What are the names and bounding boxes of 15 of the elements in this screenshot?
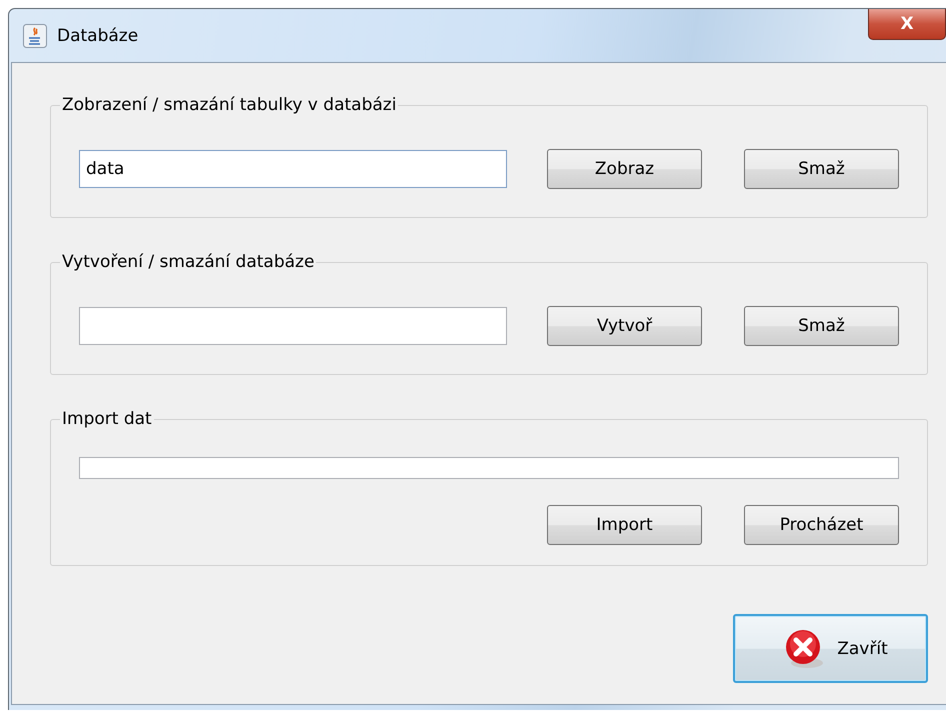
group-title: Import dat: [61, 409, 153, 429]
text-field[interactable]: [79, 457, 899, 479]
dialog-button[interactable]: Import: [547, 505, 702, 545]
dialog-button[interactable]: Zobraz: [547, 149, 702, 189]
group-title: Vytvoření / smazání databáze: [61, 252, 316, 272]
text-field[interactable]: [79, 307, 507, 345]
group-title: Zobrazení / smazání tabulky v databázi: [61, 95, 398, 115]
dialog-button[interactable]: Procházet: [744, 505, 899, 545]
window-title: Databáze: [57, 26, 138, 46]
dialog-button[interactable]: Vytvoř: [547, 306, 702, 346]
close-button[interactable]: X: [868, 9, 946, 40]
dialog-button[interactable]: Smaž: [744, 149, 899, 189]
dialog-button[interactable]: Smaž: [744, 306, 899, 346]
close-dialog-button[interactable]: Zavřít: [733, 614, 928, 683]
text-field[interactable]: data: [79, 150, 507, 188]
